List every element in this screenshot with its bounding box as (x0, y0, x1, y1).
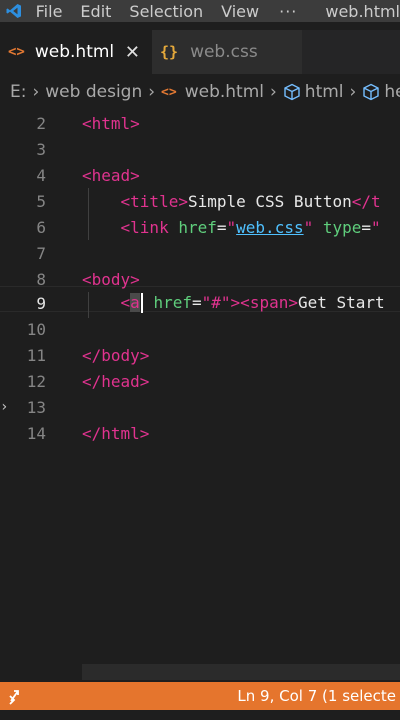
code-text: </head> (82, 371, 150, 391)
tab-web-css[interactable]: {} web.css (152, 30, 302, 74)
code-line: 14 </html> (0, 420, 400, 446)
html-file-icon: <> (161, 84, 177, 100)
code-line: 4 <head> (0, 162, 400, 188)
tab-label: web.css (190, 42, 258, 62)
href-value: # (211, 292, 221, 312)
code-text: </body> (82, 345, 150, 365)
tab-bar: <> web.html ✕ {} web.css (0, 30, 400, 74)
code-text: </html> (82, 423, 150, 443)
close-icon[interactable]: ✕ (125, 42, 142, 63)
line-number: 5 (36, 191, 46, 211)
remote-indicator-icon[interactable] (0, 682, 34, 710)
menu-view[interactable]: View (221, 2, 259, 21)
line-number: 8 (36, 269, 46, 289)
line-number: 6 (36, 217, 46, 237)
menu-selection[interactable]: Selection (129, 2, 203, 21)
code-line: 10 (0, 316, 400, 342)
code-line-current: 9 <a href="#"><span>Get Start (0, 290, 400, 316)
chevron-right-icon: › (269, 82, 277, 102)
code-line: 2 <html> (0, 110, 400, 136)
menu-file[interactable]: File (36, 2, 63, 21)
code-line: › 13 (0, 394, 400, 420)
horizontal-scrollbar[interactable] (82, 664, 400, 680)
code-text: <link href="web.css" type=" (120, 217, 381, 237)
chevron-right-icon: › (32, 82, 40, 102)
symbol-element-icon (283, 82, 301, 102)
line-number: 11 (26, 345, 46, 365)
code-line: 8 <body> (0, 266, 400, 292)
code-editor[interactable]: 2 <html> 3 4 <head> 5 <title>Simple CSS … (0, 110, 400, 670)
code-line: 3 (0, 136, 400, 162)
line-number: 10 (26, 319, 46, 339)
tab-bar-empty-area (302, 30, 400, 74)
href-link-value[interactable]: web.css (236, 218, 303, 237)
code-line: 11 </body> (0, 342, 400, 368)
vscode-logo-icon (6, 0, 24, 22)
line-number: 12 (26, 371, 46, 391)
bottom-edge (0, 710, 400, 720)
breadcrumb-folder[interactable]: web design (45, 82, 142, 102)
symbol-element-icon (362, 82, 380, 102)
code-text: <a href="#"><span>Get Start (120, 292, 385, 314)
breadcrumb-file[interactable]: web.html (185, 82, 264, 102)
line-number: 7 (36, 243, 46, 263)
code-text: <title>Simple CSS Button</t (120, 191, 381, 211)
code-text: <head> (82, 165, 140, 185)
menu-more-button[interactable]: ··· (279, 2, 297, 21)
menu-edit[interactable]: Edit (80, 2, 111, 21)
window-title: web.html (325, 1, 400, 21)
tab-label: web.html (34, 42, 115, 62)
line-number: 4 (36, 165, 46, 185)
code-line: 12 </head> (0, 368, 400, 394)
chevron-right-icon: › (148, 82, 156, 102)
fold-chevron-icon[interactable]: › (0, 399, 10, 415)
line-number: 2 (36, 113, 46, 133)
code-text: <html> (82, 113, 140, 133)
title-text: Simple CSS Button (187, 191, 352, 211)
line-number: 14 (26, 423, 46, 443)
code-line: 5 <title>Simple CSS Button</t (0, 188, 400, 214)
breadcrumb-element[interactable]: html (305, 82, 344, 102)
line-number: 9 (36, 293, 46, 313)
code-text: <body> (82, 269, 140, 289)
status-bar: Ln 9, Col 7 (1 selecte (0, 682, 400, 710)
tab-web-html[interactable]: <> web.html ✕ (0, 30, 152, 74)
line-number: 13 (26, 397, 46, 417)
span-text: Get Start (297, 292, 385, 312)
breadcrumb-drive[interactable]: E: (10, 82, 26, 102)
text-cursor (140, 293, 143, 314)
chevron-right-icon: › (349, 82, 357, 102)
cursor-position-status[interactable]: Ln 9, Col 7 (1 selecte (237, 687, 400, 705)
breadcrumb-element-2[interactable]: he (384, 82, 400, 102)
breadcrumb: E: › web design › <> web.html › html › h… (0, 78, 400, 106)
html-file-icon: <> (8, 44, 25, 60)
code-line: 6 <link href="web.css" type=" (0, 214, 400, 240)
code-line: 7 (0, 240, 400, 266)
line-number: 3 (36, 139, 46, 159)
css-file-icon: {} (160, 43, 179, 61)
title-bar: File Edit Selection View ··· web.html (0, 0, 400, 22)
